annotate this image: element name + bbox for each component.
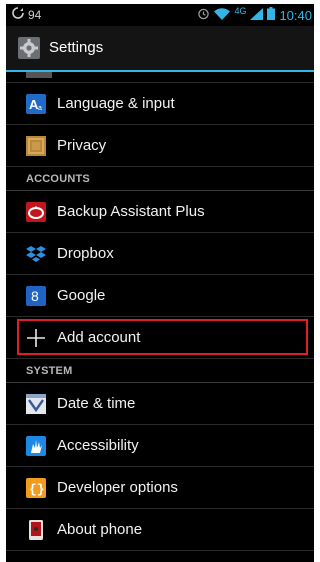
status-bar: 94 4G 10:40 bbox=[6, 4, 314, 26]
section-header-accounts: ACCOUNTS bbox=[6, 167, 314, 191]
backup-assistant-icon bbox=[26, 202, 46, 222]
settings-item-label: Backup Assistant Plus bbox=[57, 203, 205, 220]
settings-item-label: Date & time bbox=[57, 395, 136, 412]
battery-icon bbox=[267, 7, 276, 23]
developer-options-icon: {} bbox=[26, 478, 46, 498]
svg-text:{}: {} bbox=[29, 482, 45, 497]
add-account-button[interactable]: Add account bbox=[6, 317, 314, 359]
settings-item-about-phone[interactable]: About phone bbox=[6, 509, 314, 551]
notification-count: 94 bbox=[28, 7, 42, 22]
settings-item-label: Add account bbox=[57, 329, 141, 346]
page-title: Settings bbox=[49, 39, 104, 56]
svg-text:8: 8 bbox=[31, 288, 39, 304]
signal-icon bbox=[250, 7, 264, 23]
settings-item-language[interactable]: Aa Language & input bbox=[6, 83, 314, 125]
settings-item-dropbox[interactable]: Dropbox bbox=[6, 233, 314, 275]
settings-item-label: Developer options bbox=[57, 479, 178, 496]
action-bar: Settings bbox=[6, 26, 314, 72]
alarm-icon bbox=[197, 7, 210, 23]
settings-item-backup-assistant[interactable]: Backup Assistant Plus bbox=[6, 191, 314, 233]
settings-item-developer-options[interactable]: {} Developer options bbox=[6, 467, 314, 509]
settings-item-privacy[interactable]: Privacy bbox=[6, 125, 314, 167]
google-icon: 8 bbox=[26, 286, 46, 306]
settings-item-accessibility[interactable]: Accessibility bbox=[6, 425, 314, 467]
svg-text:a: a bbox=[38, 105, 42, 112]
settings-item-google[interactable]: 8 Google bbox=[6, 275, 314, 317]
list-item-partial[interactable] bbox=[6, 72, 314, 83]
settings-item-label: About phone bbox=[57, 521, 143, 538]
settings-item-label: Accessibility bbox=[57, 437, 139, 454]
privacy-icon bbox=[26, 136, 46, 156]
wifi-icon bbox=[214, 7, 231, 23]
settings-list: Aa Language & input Privacy ACCOUNTS Bac… bbox=[6, 72, 314, 551]
settings-gear-icon[interactable] bbox=[18, 37, 40, 59]
language-icon: Aa bbox=[26, 94, 46, 114]
settings-item-date-time[interactable]: Date & time bbox=[6, 383, 314, 425]
sync-icon bbox=[12, 7, 24, 22]
settings-item-label: Dropbox bbox=[57, 245, 114, 262]
settings-item-label: Language & input bbox=[57, 95, 175, 112]
network-type: 4G bbox=[234, 6, 247, 16]
about-phone-icon bbox=[26, 520, 46, 540]
dropbox-icon bbox=[26, 244, 46, 264]
section-header-label: ACCOUNTS bbox=[26, 173, 90, 185]
section-header-system: SYSTEM bbox=[6, 359, 314, 383]
settings-item-label: Google bbox=[57, 287, 106, 304]
settings-item-label: Privacy bbox=[57, 137, 107, 154]
settings-screen: 94 4G 10:40 Settings A a Language & inpu… bbox=[6, 4, 314, 562]
accessibility-icon bbox=[26, 436, 46, 456]
plus-icon bbox=[26, 328, 46, 348]
clock: 10:40 bbox=[279, 7, 312, 23]
date-time-icon bbox=[26, 394, 46, 414]
section-header-label: SYSTEM bbox=[26, 365, 73, 377]
